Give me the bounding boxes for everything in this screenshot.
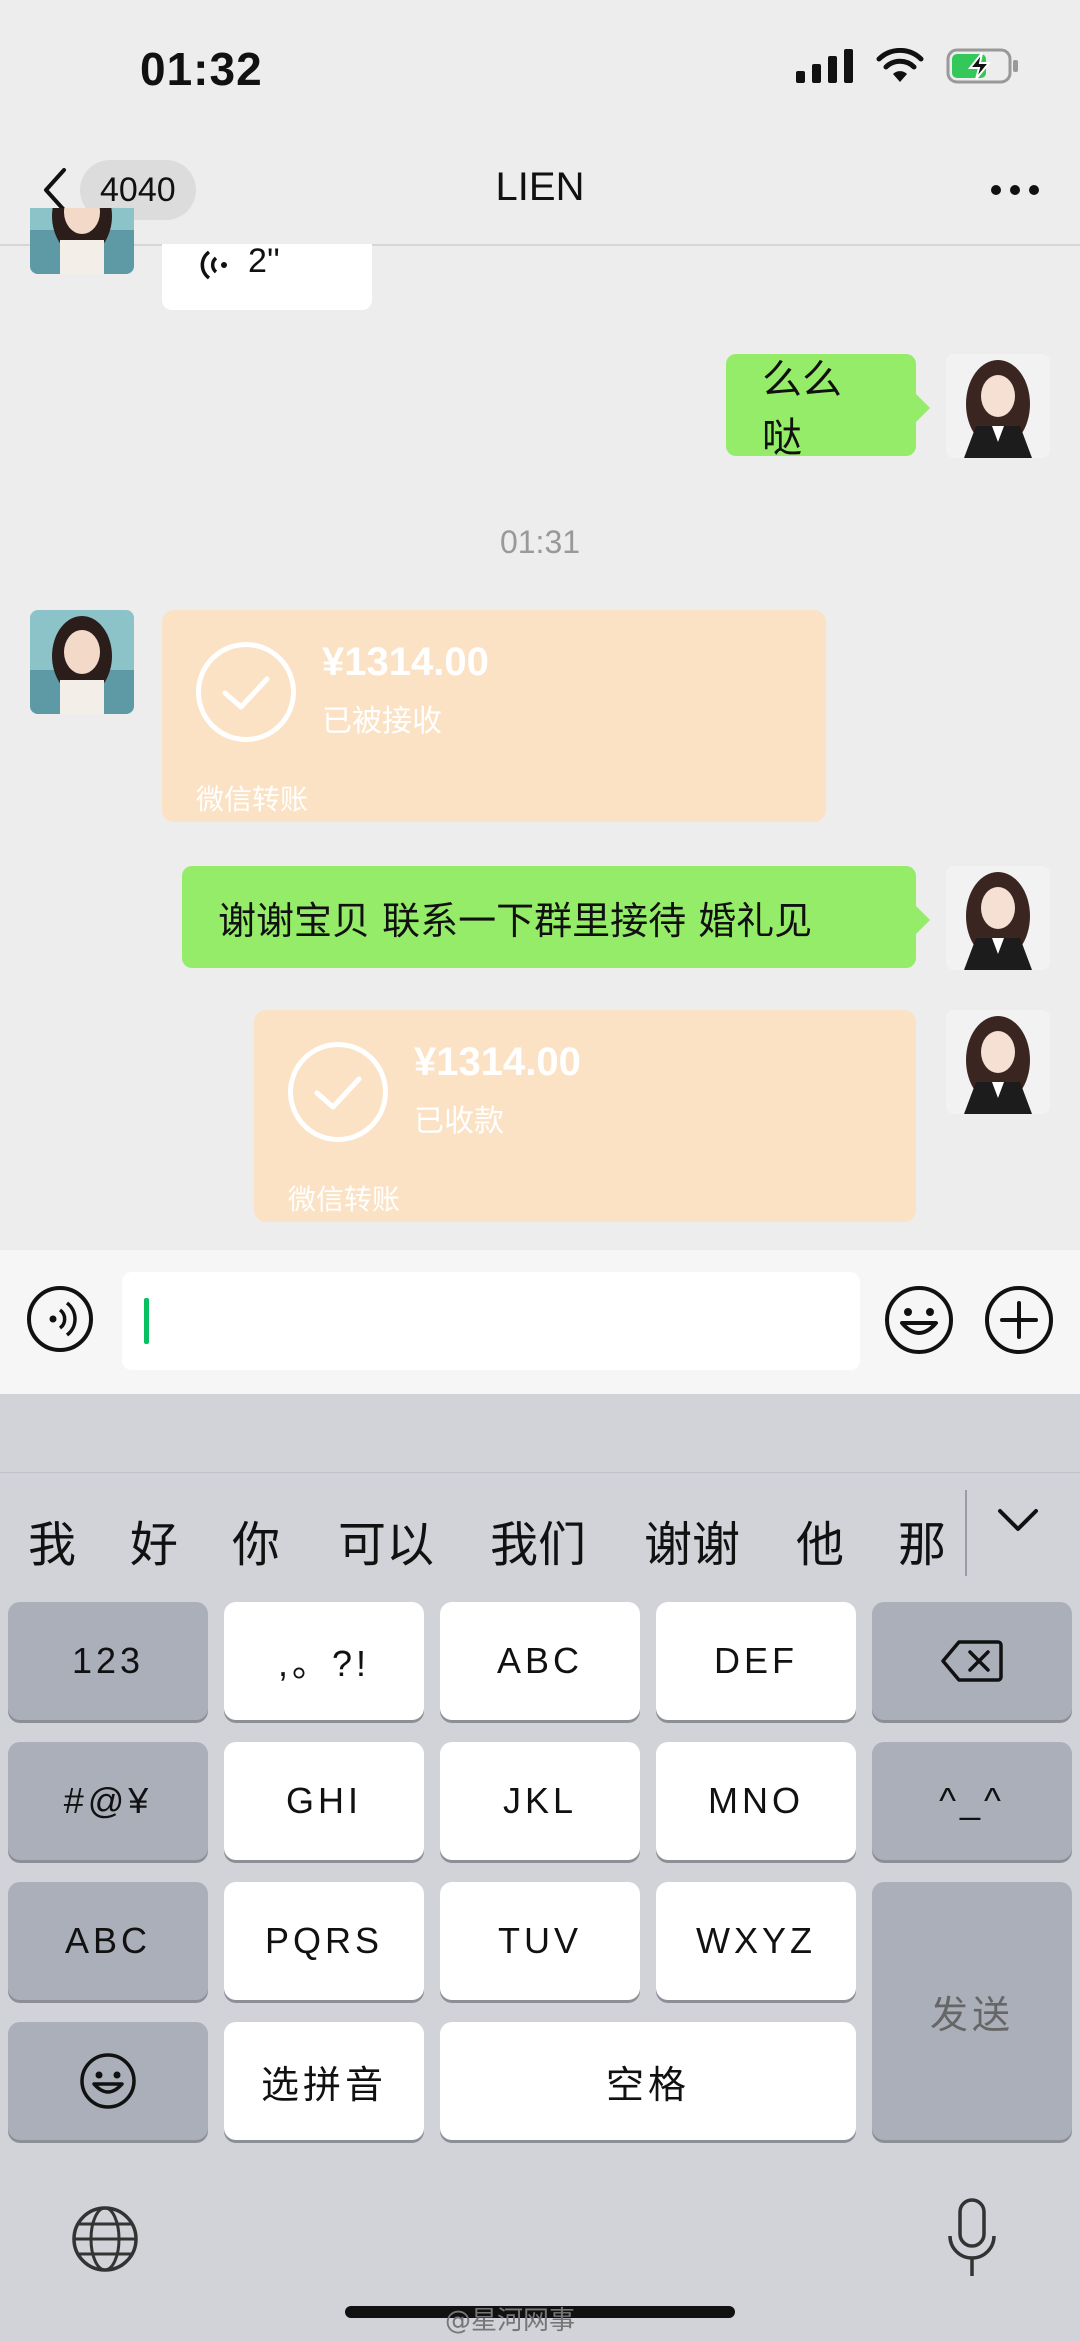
sent-message-bubble[interactable]: 么么哒 (726, 354, 930, 461)
candidate-word[interactable]: 可以 (338, 1505, 434, 1575)
candidate-word[interactable]: 那 (898, 1505, 946, 1575)
contact-avatar[interactable] (30, 610, 134, 714)
key-def[interactable]: DEF (656, 1602, 856, 1720)
self-avatar[interactable] (946, 354, 1050, 458)
chat-title: LIEN (495, 165, 585, 209)
signal-icon (796, 49, 853, 83)
transfer-footer: 微信转账 (288, 1183, 401, 1216)
wifi-icon (876, 48, 924, 82)
more-button[interactable] (980, 160, 1050, 220)
key-emoji[interactable] (8, 2022, 208, 2140)
transfer-footer: 微信转账 (196, 783, 309, 816)
key-kaomoji[interactable]: ^_^ (872, 1742, 1072, 1860)
key-jkl[interactable]: JKL (440, 1742, 640, 1860)
message-text: 谢谢宝贝 联系一下群里接待 婚礼见 (218, 898, 813, 943)
key-123[interactable]: 123 (8, 1602, 208, 1720)
transfer-status: 已被接收 (322, 704, 442, 739)
check-circle-icon (196, 642, 296, 742)
candidate-word[interactable]: 你 (232, 1505, 280, 1575)
transfer-amount: ¥1314.00 (322, 640, 489, 684)
voice-icon (27, 1286, 93, 1352)
status-icons (796, 48, 1020, 84)
transfer-card-received[interactable]: ¥1314.00 已被接收 微信转账 (162, 610, 826, 822)
key-space[interactable]: 空格 (440, 2022, 856, 2140)
key-abc[interactable]: ABC (440, 1602, 640, 1720)
voice-wave-icon (200, 250, 227, 280)
message-text: 么么哒 (762, 357, 842, 461)
microphone-icon (948, 2198, 996, 2276)
emoji-button[interactable] (884, 1285, 954, 1355)
key-punctuation[interactable]: ,。?! (224, 1602, 424, 1720)
text-caret (144, 1298, 149, 1344)
status-time: 01:32 (140, 43, 263, 95)
globe-icon (72, 2206, 138, 2272)
plus-circle-icon (985, 1286, 1053, 1354)
more-dots-icon (991, 185, 1039, 195)
key-pqrs[interactable]: PQRS (224, 1882, 424, 2000)
keyboard-top-divider (0, 1472, 1080, 1473)
transfer-status: 已收款 (414, 1104, 504, 1139)
battery-charging-icon (946, 48, 1018, 84)
key-pinyin[interactable]: 选拼音 (224, 2022, 424, 2140)
key-symbols[interactable]: #@¥ (8, 1742, 208, 1860)
key-mno[interactable]: MNO (656, 1742, 856, 1860)
candidate-word[interactable]: 谢谢 (644, 1505, 740, 1575)
candidate-word[interactable]: 我 (28, 1505, 76, 1575)
message-timestamp: 01:31 (499, 524, 581, 560)
transfer-amount: ¥1314.00 (414, 1040, 581, 1084)
self-avatar[interactable] (946, 1010, 1050, 1114)
sent-message-bubble[interactable]: 谢谢宝贝 联系一下群里接待 婚礼见 (182, 866, 930, 968)
dictation-button[interactable] (944, 2196, 1000, 2286)
key-tuv[interactable]: TUV (440, 1882, 640, 2000)
transfer-card-accepted[interactable]: ¥1314.00 已收款 微信转账 (254, 1010, 916, 1222)
key-ghi[interactable]: GHI (224, 1742, 424, 1860)
voice-message-bubble[interactable]: 2'' (162, 242, 372, 310)
key-abc-switch[interactable]: ABC (8, 1882, 208, 2000)
key-wxyz[interactable]: WXYZ (656, 1882, 856, 2000)
globe-button[interactable] (70, 2204, 140, 2274)
check-circle-icon (288, 1042, 388, 1142)
key-send[interactable]: 发送 (872, 1882, 1072, 2140)
voice-duration: 2'' (248, 242, 280, 280)
chevron-down-icon (998, 1509, 1038, 1531)
self-avatar[interactable] (946, 866, 1050, 970)
expand-candidates-button[interactable] (996, 1505, 1056, 1555)
candidate-word[interactable]: 我们 (490, 1505, 586, 1575)
emoji-icon (885, 1286, 953, 1354)
message-input[interactable] (122, 1272, 860, 1370)
candidate-divider (965, 1490, 967, 1576)
candidate-word[interactable]: 他 (796, 1505, 844, 1575)
emoji-icon (80, 2053, 136, 2109)
backspace-icon (941, 1640, 1003, 1682)
add-more-button[interactable] (984, 1285, 1054, 1355)
watermark: @星河网事 (445, 2306, 576, 2336)
voice-input-button[interactable] (26, 1285, 94, 1353)
key-backspace[interactable] (872, 1602, 1072, 1720)
candidate-word[interactable]: 好 (130, 1505, 178, 1575)
